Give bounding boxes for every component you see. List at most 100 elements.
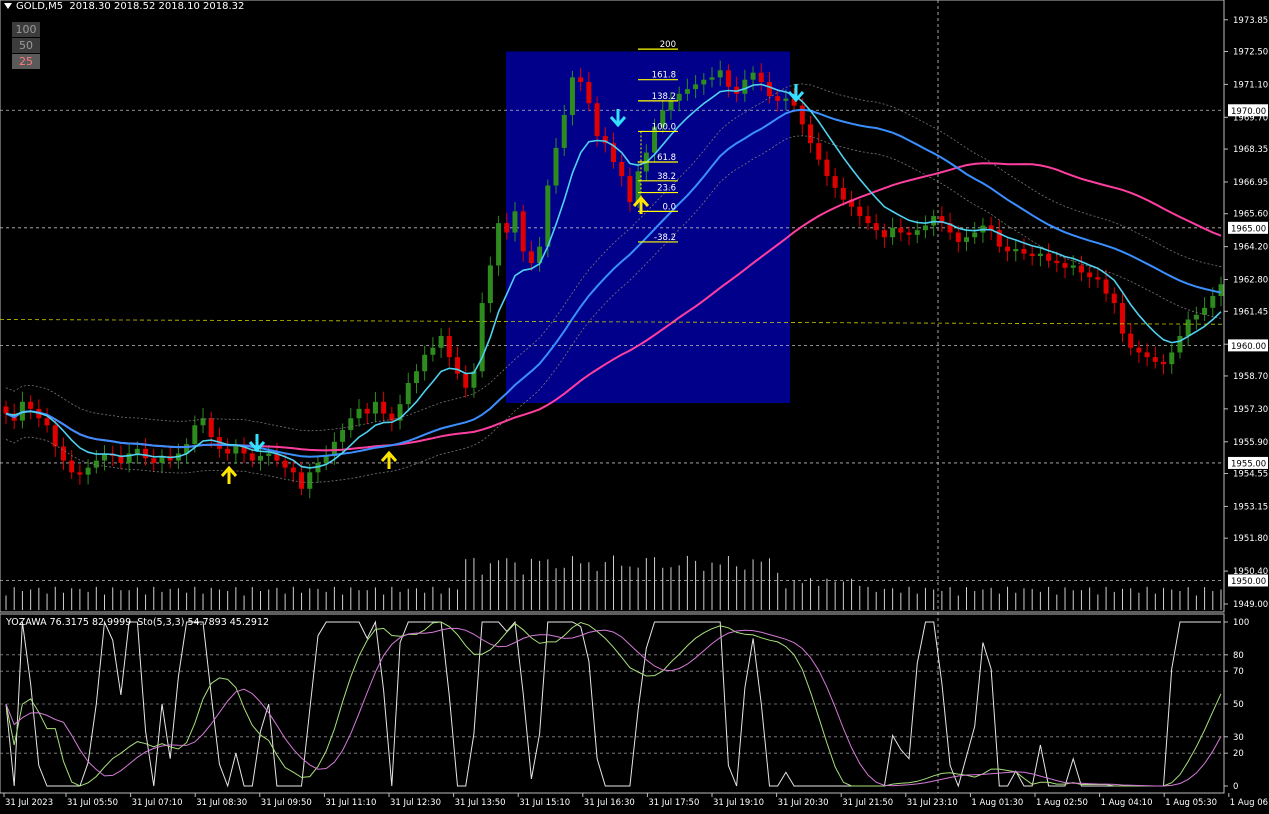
price-tick-label: 1973.85 — [1233, 16, 1268, 26]
candle-body — [881, 230, 887, 238]
candle-body — [890, 227, 896, 238]
price-level-badge-label: 1955.00 — [1231, 459, 1266, 469]
price-tick-label: 1962.80 — [1233, 276, 1268, 286]
indicator-tick-label: 0 — [1233, 782, 1238, 792]
candle-body — [1128, 333, 1134, 348]
candle-body — [775, 96, 781, 101]
candle-body — [1161, 361, 1167, 365]
candle-body — [1054, 260, 1060, 264]
ohlc-values: 2018.30 2018.52 2018.10 2018.32 — [69, 1, 245, 12]
candle-body — [225, 448, 231, 454]
time-tick-label: 1 Aug 01:30 — [971, 798, 1023, 808]
candle-body — [545, 185, 551, 247]
fib-level-label: 138.2 — [652, 92, 676, 102]
candle-body — [709, 77, 715, 80]
candle-body — [356, 408, 362, 419]
candle-body — [1103, 279, 1109, 294]
price-tick-label: 1949.00 — [1233, 600, 1268, 610]
time-tick-label: 31 Jul 19:10 — [713, 798, 764, 808]
yozawa-label: YOZAWA 76.3175 82.9999 — [6, 617, 132, 628]
candle-body — [69, 460, 75, 473]
price-tick-label: 1954.55 — [1233, 470, 1268, 480]
candle-body — [463, 373, 469, 388]
price-tick-label: 1961.45 — [1233, 307, 1268, 317]
candle-body — [619, 161, 625, 177]
candle-body — [290, 467, 296, 473]
price-level-badge-label: 1960.00 — [1231, 342, 1266, 352]
candle-body — [1046, 253, 1052, 261]
zoom-buttons: 100 50 25 — [12, 22, 40, 70]
chart-info: GOLD,M5 2018.30 2018.52 2018.10 2018.32 — [4, 1, 244, 12]
candle-body — [282, 460, 288, 468]
candle-body — [348, 418, 354, 431]
candle-body — [496, 223, 502, 266]
zoom-100-button[interactable]: 100 — [12, 22, 40, 37]
candle-body — [627, 176, 633, 202]
price-tick-label: 1972.50 — [1233, 47, 1268, 57]
price-tick-label: 1953.15 — [1233, 502, 1268, 512]
candle-body — [520, 211, 526, 252]
candle-body — [931, 216, 937, 226]
time-tick-label: 31 Jul 2023 — [5, 798, 53, 808]
candle-body — [750, 72, 756, 80]
candle-body — [323, 455, 329, 463]
candle-body — [1185, 319, 1191, 336]
price-level-badge-label: 1965.00 — [1231, 224, 1266, 234]
candle-body — [906, 232, 912, 235]
candle-body — [676, 93, 682, 101]
fib-level-label: 100.0 — [652, 122, 676, 132]
dropdown-triangle-icon[interactable] — [4, 3, 12, 9]
candle-body — [77, 472, 83, 475]
price-tick-label: 1951.80 — [1233, 534, 1268, 544]
candle-body — [307, 472, 313, 489]
candle-body — [873, 223, 879, 231]
candle-body — [766, 82, 772, 97]
candle-body — [964, 237, 970, 242]
candle-body — [972, 232, 978, 238]
price-tick-label: 1966.95 — [1233, 178, 1268, 188]
symbol-label: GOLD,M5 — [16, 1, 64, 12]
candle-body — [1037, 253, 1043, 257]
candle-body — [808, 124, 814, 144]
time-tick-label: 31 Jul 09:50 — [261, 798, 312, 808]
candle-body — [430, 347, 436, 355]
candle-body — [52, 425, 58, 447]
time-tick-label: 1 Aug 06:50 — [1230, 798, 1269, 808]
candle-body — [1062, 263, 1068, 268]
indicator-tick-label: 20 — [1233, 749, 1244, 759]
candle-body — [1078, 265, 1084, 273]
candle-body — [151, 458, 157, 463]
candle-body — [1152, 357, 1158, 362]
candle-body — [1210, 296, 1216, 308]
candle-body — [569, 77, 575, 115]
candle-body — [1202, 307, 1208, 315]
fib-level-label: 38.2 — [657, 172, 676, 182]
fib-level-label: 61.8 — [657, 153, 676, 163]
time-tick-label: 31 Jul 13:50 — [455, 798, 506, 808]
time-tick-label: 31 Jul 21:50 — [842, 798, 893, 808]
candle-body — [487, 265, 493, 304]
candle-body — [955, 232, 961, 242]
candle-body — [865, 216, 871, 224]
candle-body — [143, 448, 149, 459]
price-tick-label: 1971.10 — [1233, 80, 1268, 90]
candle-body — [413, 371, 419, 383]
price-tick-label: 1968.35 — [1233, 145, 1268, 155]
candle-body — [208, 418, 214, 438]
candle-body — [1087, 272, 1093, 278]
candle-body — [1013, 248, 1019, 252]
chart-canvas[interactable]: 200161.8138.2100.061.838.223.60.0-38.219… — [0, 0, 1269, 810]
candle-body — [233, 446, 239, 454]
zoom-25-button[interactable]: 25 — [12, 54, 40, 69]
indicator-tick-label: 50 — [1233, 700, 1244, 710]
candle-body — [257, 455, 263, 461]
indicator-tick-label: 100 — [1233, 618, 1249, 628]
candle-body — [758, 72, 764, 83]
candle-body — [783, 98, 789, 101]
zoom-50-button[interactable]: 50 — [12, 38, 40, 53]
candle-body — [914, 230, 920, 235]
price-chart[interactable]: 200 161.8 138.2 100.0 61.8 38.2 23.6 0.0 -38.2 19… — [0, 0, 1269, 810]
candle-body — [561, 114, 567, 148]
candle-body — [1119, 303, 1125, 334]
candle-body — [372, 401, 378, 414]
